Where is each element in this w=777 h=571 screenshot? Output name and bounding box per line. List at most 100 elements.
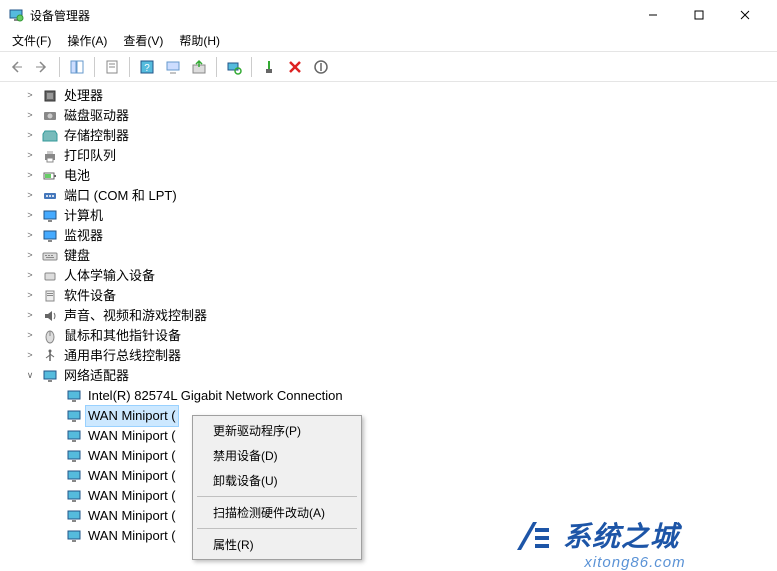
tree-node[interactable]: > 人体学输入设备 [6,266,777,286]
tree-node-label: 网络适配器 [62,366,131,386]
tree-node-label: 通用串行总线控制器 [62,346,183,366]
uninstall-button[interactable] [283,55,307,79]
expander-closed-icon[interactable]: > [24,166,36,186]
close-button[interactable] [731,5,759,25]
titlebar: 设备管理器 [0,0,777,30]
toolbar-separator [251,57,252,77]
expander-closed-icon[interactable]: > [24,86,36,106]
window-controls [639,5,769,25]
tree-node[interactable]: > 计算机 [6,206,777,226]
minimize-button[interactable] [639,5,667,25]
expander-closed-icon[interactable]: > [24,106,36,126]
menu-view[interactable]: 查看(V) [115,30,171,51]
expander-closed-icon[interactable]: > [24,146,36,166]
ctx-uninstall-device[interactable]: 卸载设备(U) [195,468,359,493]
tree-node-label: 计算机 [62,206,105,226]
tree-node-label: 存储控制器 [62,126,131,146]
tree-node[interactable]: > 存储控制器 [6,126,777,146]
network-adapter-icon [66,528,82,544]
network-adapter-icon [66,488,82,504]
tree-node-label: 端口 (COM 和 LPT) [62,186,179,206]
expander-closed-icon[interactable]: > [24,206,36,226]
tree-node[interactable]: > 键盘 [6,246,777,266]
tree-node-label: 人体学输入设备 [62,266,157,286]
expander-closed-icon[interactable]: > [24,286,36,306]
tree-node[interactable]: > 通用串行总线控制器 [6,346,777,366]
network-adapter-icon [66,408,82,424]
tree-node[interactable]: > 软件设备 [6,286,777,306]
tree-node-label: WAN Miniport ( [86,506,178,526]
tree-node-label: 键盘 [62,246,92,266]
maximize-button[interactable] [685,5,713,25]
ctx-disable-device[interactable]: 禁用设备(D) [195,443,359,468]
menu-file[interactable]: 文件(F) [4,30,59,51]
tree-node-label: WAN Miniport ( [86,446,178,466]
expander-closed-icon[interactable]: > [24,346,36,366]
svg-text:?: ? [144,63,150,74]
tree-node[interactable]: >处理器 [6,86,777,106]
tree-node[interactable]: > 监视器 [6,226,777,246]
expander-closed-icon[interactable]: > [24,126,36,146]
tree-node-network-child[interactable]: WAN Miniport ( [6,426,777,446]
network-adapter-icon [66,388,82,404]
tree-node[interactable]: > 声音、视频和游戏控制器 [6,306,777,326]
expander-closed-icon[interactable]: > [24,186,36,206]
expander-open-icon[interactable]: ∨ [24,366,36,386]
ctx-properties[interactable]: 属性(R) [195,532,359,557]
usb-icon [42,348,58,364]
tree-node-network-child[interactable]: WAN Miniport ( [6,406,777,426]
disable-button[interactable] [309,55,333,79]
tree-node-network-child[interactable]: Intel(R) 82574L Gigabit Network Connecti… [6,386,777,406]
tree-node-label: 监视器 [62,226,105,246]
toolbar-separator [94,57,95,77]
keyboard-icon [42,248,58,264]
properties-button[interactable] [100,55,124,79]
tree-node-label: 鼠标和其他指针设备 [62,326,183,346]
storage-icon [42,128,58,144]
enable-button[interactable] [257,55,281,79]
tree-node-label: 软件设备 [62,286,118,306]
ctx-update-driver[interactable]: 更新驱动程序(P) [195,418,359,443]
tree-node-network-child[interactable]: WAN Miniport ( [6,446,777,466]
expander-closed-icon[interactable]: > [24,326,36,346]
monitor-icon [42,208,58,224]
hid-icon [42,268,58,284]
tree-node[interactable]: >磁盘驱动器 [6,106,777,126]
toolbar-separator [59,57,60,77]
sound-icon [42,308,58,324]
help-button[interactable]: ? [135,55,159,79]
tree-node-network-child[interactable]: WAN Miniport ( [6,466,777,486]
ctx-separator [197,528,357,529]
tree-node[interactable]: > 电池 [6,166,777,186]
back-button[interactable] [4,55,28,79]
tree-node-label: WAN Miniport ( [86,426,178,446]
tree-node-network-child[interactable]: WAN Miniport ( [6,486,777,506]
menu-action[interactable]: 操作(A) [59,30,115,51]
app-icon [8,7,24,23]
tree-node-label: 声音、视频和游戏控制器 [62,306,209,326]
scan-hardware-button[interactable] [222,55,246,79]
toolbar-separator [129,57,130,77]
show-hide-tree-button[interactable] [65,55,89,79]
network-icon [42,368,58,384]
port-icon [42,188,58,204]
tree-node-network-adapters[interactable]: ∨ 网络适配器 [6,366,777,386]
ctx-scan-hardware[interactable]: 扫描检测硬件改动(A) [195,500,359,525]
disk-icon [42,108,58,124]
tree-node-label: WAN Miniport ( [86,466,178,486]
tree-node-label: 电池 [62,166,92,186]
expander-closed-icon[interactable]: > [24,266,36,286]
update-driver-button[interactable] [187,55,211,79]
tree-node[interactable]: > 端口 (COM 和 LPT) [6,186,777,206]
action-button[interactable] [161,55,185,79]
expander-closed-icon[interactable]: > [24,306,36,326]
tree-node[interactable]: >打印队列 [6,146,777,166]
expander-closed-icon[interactable]: > [24,226,36,246]
tree-node[interactable]: > 鼠标和其他指针设备 [6,326,777,346]
forward-button[interactable] [30,55,54,79]
monitor-icon [42,228,58,244]
expander-closed-icon[interactable]: > [24,246,36,266]
menu-help[interactable]: 帮助(H) [171,30,228,51]
window-title: 设备管理器 [30,7,639,24]
device-tree[interactable]: >处理器>磁盘驱动器>存储控制器>打印队列>电池>端口 (COM 和 LPT)>… [0,82,777,569]
